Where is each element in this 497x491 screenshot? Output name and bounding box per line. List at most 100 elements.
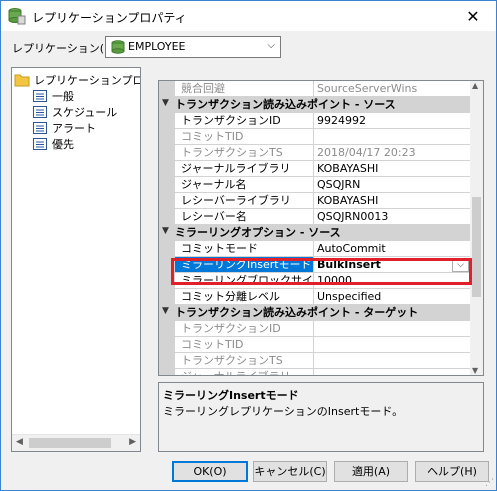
property-value[interactable]: 10000 <box>314 273 471 289</box>
property-row[interactable]: コミットTID <box>159 129 471 145</box>
tree-item-label: レプリケーションプロパティ <box>34 74 140 87</box>
property-row[interactable]: ジャーナルライブラリ <box>159 369 471 375</box>
category-header[interactable]: ▼ トランザクション読み込みポイント - ソース <box>159 97 471 113</box>
property-row[interactable]: レシーバー名 QSQJRN0013 <box>159 209 471 225</box>
property-row[interactable]: コミットモード AutoCommit <box>159 241 471 257</box>
chevron-down-icon[interactable]: ⌵ <box>452 258 469 272</box>
property-name: コミットTID <box>175 337 314 353</box>
tree-item-label: 優先 <box>52 138 74 151</box>
property-row[interactable]: トランザクションID <box>159 321 471 337</box>
scroll-thumb[interactable] <box>29 438 111 448</box>
property-name: ジャーナル名 <box>175 177 314 193</box>
window-title: レプリケーションプロパティ <box>32 11 187 25</box>
category-tree: レプリケーションプロパティ一般スケジュールアラート優先 ◀ ▶ <box>11 67 141 452</box>
property-name: コミットTID <box>175 129 314 145</box>
property-value[interactable]: QSQJRN0013 <box>314 209 471 225</box>
tree-item-label: スケジュール <box>52 106 118 119</box>
tree-item[interactable]: スケジュール <box>32 104 117 120</box>
row-gutter <box>159 145 175 161</box>
property-row[interactable]: トランザクションTS 2018/04/17 20:23 <box>159 145 471 161</box>
row-gutter <box>159 81 175 97</box>
property-name: トランザクションTS <box>175 145 314 161</box>
property-value <box>314 337 471 353</box>
row-gutter <box>159 209 175 225</box>
property-name: 競合回避 <box>175 81 314 97</box>
row-gutter <box>159 177 175 193</box>
list-page-icon <box>33 90 47 102</box>
scroll-down-icon: ▼ <box>472 366 479 375</box>
property-row-selected[interactable]: ミラーリングInsertモード BulkInsert ⌵ <box>159 257 471 273</box>
property-name: ジャーナルライブラリ <box>175 161 314 177</box>
property-row[interactable]: トランザクションTS <box>159 353 471 369</box>
category-header[interactable]: ▼ ミラーリングオプション - ソース <box>159 225 471 241</box>
row-gutter <box>159 161 175 177</box>
list-page-icon <box>33 138 47 150</box>
ok-button[interactable]: OK(O) <box>172 461 248 482</box>
property-name: ジャーナルライブラリ <box>175 369 314 375</box>
replication-value: EMPLOYEE <box>128 40 186 53</box>
property-name: コミット分離レベル <box>175 289 314 305</box>
description-panel: ミラーリングInsertモード ミラーリングレプリケーションのInsertモード… <box>158 382 484 452</box>
cancel-button[interactable]: キャンセル(C) <box>253 461 327 482</box>
tree-item-label: アラート <box>52 122 96 135</box>
property-value[interactable]: 9924992 <box>314 113 471 129</box>
property-name: レシーバー名 <box>175 209 314 225</box>
tree-item[interactable]: アラート <box>32 120 96 136</box>
title-bar: レプリケーションプロパティ ✕ <box>1 1 496 31</box>
close-icon: ✕ <box>466 6 480 26</box>
tree-item[interactable]: 一般 <box>32 88 74 104</box>
description-title: ミラーリングInsertモード <box>163 389 299 402</box>
collapse-icon[interactable]: ▼ <box>162 306 169 316</box>
property-name: トランザクションID <box>175 113 314 129</box>
replication-label: レプリケーション(R) <box>12 42 117 55</box>
category-header[interactable]: ▼ トランザクション読み込みポイント - ターゲット <box>159 305 471 321</box>
category-label: ミラーリングオプション - ソース <box>175 226 341 239</box>
property-value: SourceServerWins <box>314 81 471 97</box>
property-value[interactable]: QSQJRN <box>314 177 471 193</box>
property-row[interactable]: ジャーナルライブラリ KOBAYASHI <box>159 161 471 177</box>
property-value[interactable]: KOBAYASHI <box>314 193 471 209</box>
property-row[interactable]: ミラーリングブロックサイズ 10000 <box>159 273 471 289</box>
row-gutter <box>159 321 175 337</box>
row-gutter <box>159 241 175 257</box>
row-gutter <box>159 369 175 375</box>
collapse-icon[interactable]: ▼ <box>162 98 169 108</box>
property-value[interactable]: AutoCommit <box>314 241 471 257</box>
grid-vertical-scrollbar[interactable]: ▲ ▼ <box>470 81 483 375</box>
row-gutter <box>159 353 175 369</box>
property-name: コミットモード <box>175 241 314 257</box>
property-value <box>314 129 471 145</box>
list-page-icon <box>33 106 47 118</box>
replication-select[interactable]: EMPLOYEE ⌵ <box>105 36 281 58</box>
property-row[interactable]: ジャーナル名 QSQJRN <box>159 177 471 193</box>
apply-button[interactable]: 適用(A) <box>334 461 408 482</box>
property-row[interactable]: コミットTID <box>159 337 471 353</box>
collapse-icon[interactable]: ▼ <box>162 226 169 236</box>
category-label: トランザクション読み込みポイント - ソース <box>175 98 396 111</box>
property-name: レシーバーライブラリ <box>175 193 314 209</box>
property-row[interactable]: コミット分離レベル Unspecified <box>159 289 471 305</box>
property-value <box>314 353 471 369</box>
row-gutter <box>159 257 175 273</box>
scroll-up-icon: ▲ <box>472 81 479 90</box>
help-button[interactable]: ヘルプ(H) <box>415 461 489 482</box>
property-value: 2018/04/17 20:23 <box>314 145 471 161</box>
property-value[interactable]: Unspecified <box>314 289 471 305</box>
property-row[interactable]: トランザクションID 9924992 <box>159 113 471 129</box>
tree-horizontal-scrollbar[interactable]: ◀ ▶ <box>12 434 140 451</box>
scroll-thumb[interactable] <box>472 197 481 297</box>
property-row[interactable]: 競合回避 SourceServerWins <box>159 81 471 97</box>
resize-grip-icon[interactable]: ⋰ <box>485 478 494 488</box>
close-button[interactable]: ✕ <box>450 1 496 31</box>
property-grid: 競合回避 SourceServerWins ▼ トランザクション読み込みポイント - … <box>158 80 484 376</box>
properties-dialog: レプリケーションプロパティ ✕ レプリケーション(R) EMPLOYEE ⌵ レ… <box>0 0 497 491</box>
property-name: ミラーリングブロックサイズ <box>175 273 314 289</box>
property-name: トランザクションTS <box>175 353 314 369</box>
folder-icon <box>14 74 30 87</box>
description-text: ミラーリングレプリケーションのInsertモード。 <box>163 405 404 418</box>
property-value[interactable]: KOBAYASHI <box>314 161 471 177</box>
tree-item[interactable]: 優先 <box>32 136 74 152</box>
property-value[interactable]: BulkInsert <box>314 257 471 273</box>
property-row[interactable]: レシーバーライブラリ KOBAYASHI <box>159 193 471 209</box>
tree-item[interactable]: レプリケーションプロパティ <box>14 72 140 88</box>
